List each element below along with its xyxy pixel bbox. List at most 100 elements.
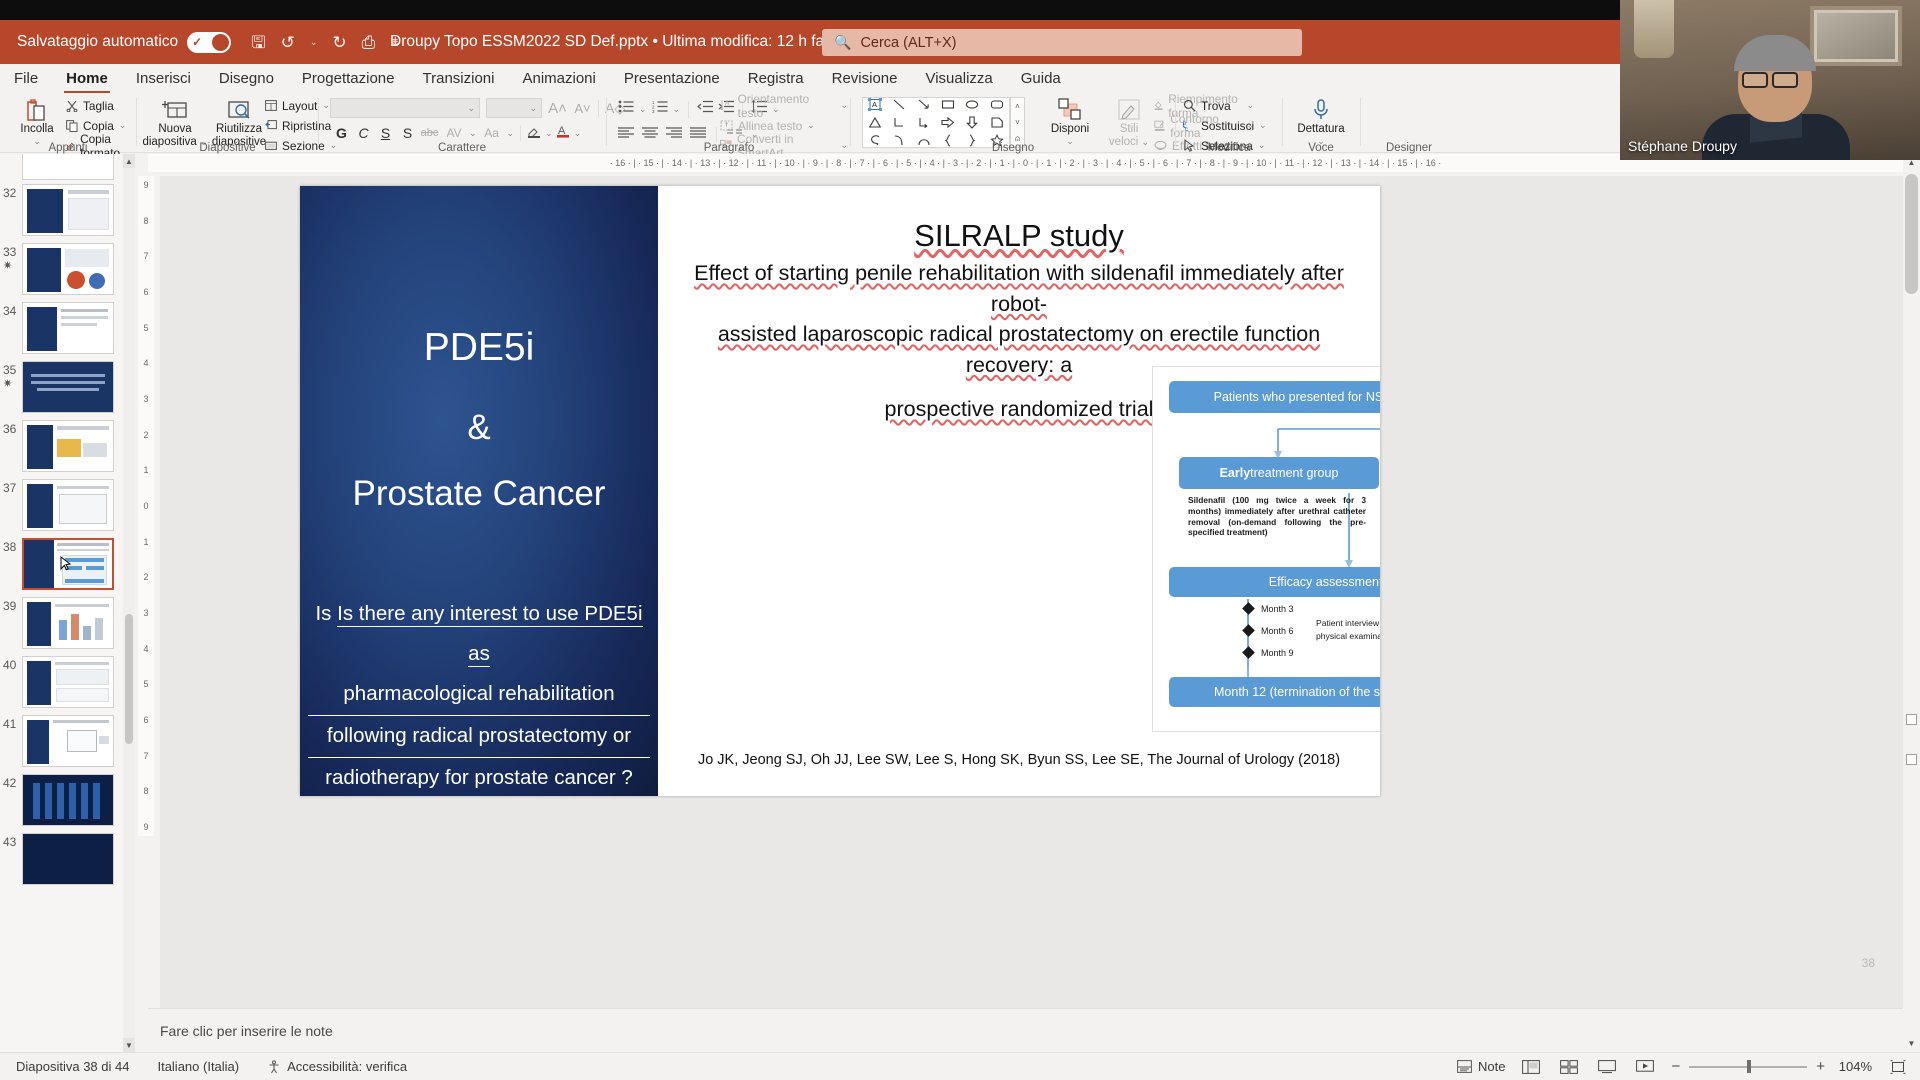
zoom-in-button[interactable]: + xyxy=(1816,1058,1825,1075)
slide-thumbnail[interactable] xyxy=(22,715,114,767)
cut-button[interactable]: Taglia xyxy=(66,97,136,114)
arrow-shape-icon[interactable] xyxy=(917,98,931,116)
right-arrow-shape-icon[interactable] xyxy=(941,116,955,134)
redo-icon[interactable]: ↻ xyxy=(332,34,346,51)
chevron-down-icon[interactable]: ⌄ xyxy=(673,104,681,115)
tab-visualizza[interactable]: Visualizza xyxy=(911,64,1006,93)
slide-thumbnail[interactable] xyxy=(22,361,114,413)
scroll-down-arrow[interactable]: ▼ xyxy=(123,1038,135,1052)
rectangle-shape-icon[interactable] xyxy=(941,98,955,116)
thumbnail-scroll-thumb[interactable] xyxy=(125,614,133,744)
chevron-down-icon[interactable]: ⌄ xyxy=(807,120,815,131)
character-spacing-button[interactable]: AV xyxy=(442,126,466,140)
bold-button[interactable]: G xyxy=(332,125,351,141)
autosave-toggle[interactable]: ✓ xyxy=(187,31,232,53)
decrease-indent-button[interactable] xyxy=(697,100,714,118)
slide-thumbnail[interactable] xyxy=(22,833,114,885)
previous-slide-button[interactable] xyxy=(1906,714,1917,725)
notes-pane[interactable]: Fare clic per inserire le note xyxy=(148,1008,1903,1052)
slide-thumbnail[interactable] xyxy=(22,184,114,236)
numbered-list-button[interactable]: 123 xyxy=(652,100,668,118)
list-item[interactable]: 41 xyxy=(0,713,135,772)
triangle-shape-icon[interactable] xyxy=(868,116,882,134)
tab-registra[interactable]: Registra xyxy=(734,64,818,93)
accessibility-checker[interactable]: Accessibilità: verifica xyxy=(267,1059,407,1074)
chevron-down-icon[interactable]: ⌄ xyxy=(529,103,537,114)
line-shape-icon[interactable] xyxy=(892,98,906,116)
language-indicator[interactable]: Italiano (Italia) xyxy=(157,1059,239,1074)
arrange-button[interactable]: Disponi ⌄ xyxy=(1039,94,1101,147)
undo-dropdown-icon[interactable]: ⌄ xyxy=(310,37,318,47)
tab-file[interactable]: File xyxy=(0,64,52,93)
underline-button[interactable]: S xyxy=(376,125,395,141)
tab-progettazione[interactable]: Progettazione xyxy=(288,64,409,93)
slide-thumbnail[interactable] xyxy=(22,774,114,826)
chevron-down-icon[interactable]: ⌄ xyxy=(545,128,553,139)
font-color-icon[interactable]: A xyxy=(556,123,571,143)
slide-thumbnail[interactable] xyxy=(22,302,114,354)
autosave-control[interactable]: Salvataggio automatico ✓ xyxy=(17,31,232,53)
folded-corner-shape-icon[interactable] xyxy=(990,116,1004,134)
list-item[interactable]: 37 xyxy=(0,477,135,536)
replace-button[interactable]: bc Sostituisci ⌄ xyxy=(1183,117,1267,134)
slide-canvas[interactable]: PDE5i & Prostate Cancer Is Is there any … xyxy=(160,176,1903,1008)
scroll-up-icon[interactable]: ˄ xyxy=(1015,102,1020,111)
tab-presentazione[interactable]: Presentazione xyxy=(610,64,734,93)
elbow-connector-icon[interactable] xyxy=(892,116,906,134)
ellipse-shape-icon[interactable] xyxy=(965,98,979,116)
current-slide[interactable]: PDE5i & Prostate Cancer Is Is there any … xyxy=(300,186,1380,796)
align-center-button[interactable] xyxy=(642,125,658,143)
tab-inserisci[interactable]: Inserisci xyxy=(122,64,205,93)
find-button[interactable]: Trova xyxy=(1183,97,1267,114)
list-item[interactable]: 40 xyxy=(0,654,135,713)
zoom-slider[interactable] xyxy=(1689,1060,1808,1074)
chevron-down-icon[interactable]: ⌄ xyxy=(507,128,515,139)
slide-thumbnail[interactable] xyxy=(22,420,114,472)
chevron-down-icon[interactable]: ⌄ xyxy=(469,128,477,139)
strikethrough-button[interactable]: abc xyxy=(420,127,439,139)
slide-thumbnail-pane[interactable]: 32 33 ✷ 34 35 ✷ 36 37 38 39 40 41 42 43 xyxy=(0,154,135,1052)
list-item[interactable]: 42 xyxy=(0,772,135,831)
bulleted-list-button[interactable] xyxy=(618,100,634,118)
slide-thumbnail[interactable] xyxy=(22,243,114,295)
slide-thumbnail[interactable] xyxy=(22,479,114,531)
canvas-scrollbar[interactable]: ▲ ▼ xyxy=(1903,154,1920,1052)
chevron-down-icon[interactable]: ⌄ xyxy=(639,104,647,115)
scroll-down-icon[interactable]: ˅ xyxy=(1015,118,1020,127)
scroll-down-arrow[interactable]: ▼ xyxy=(1903,1035,1920,1052)
chevron-down-icon[interactable]: ⌄ xyxy=(119,120,127,131)
align-left-button[interactable] xyxy=(618,125,634,143)
list-item[interactable]: 32 xyxy=(0,182,135,241)
slide-thumbnail[interactable] xyxy=(22,656,114,708)
save-icon[interactable]: 🖫 xyxy=(251,34,265,51)
chevron-down-icon[interactable]: ⌄ xyxy=(574,128,582,139)
text-direction-button[interactable]: A Orientamento testo ⌄ xyxy=(720,92,848,120)
shapes-gallery-scrollbar[interactable]: ˄ ˅ ⍝ xyxy=(1010,97,1025,148)
zoom-slider-handle[interactable] xyxy=(1747,1060,1752,1073)
increase-font-size-button[interactable]: A˄ xyxy=(548,100,567,117)
chevron-down-icon[interactable]: ⌄ xyxy=(840,100,848,111)
change-case-button[interactable]: Aa xyxy=(480,126,504,140)
view-reading-button[interactable] xyxy=(1595,1057,1619,1077)
fit-slide-button[interactable] xyxy=(1886,1057,1910,1077)
tab-revisione[interactable]: Revisione xyxy=(818,64,912,93)
zoom-out-button[interactable]: − xyxy=(1671,1058,1680,1075)
search-input[interactable]: 🔍 Cerca (ALT+X) xyxy=(822,29,1302,56)
list-item[interactable] xyxy=(0,154,135,182)
paste-button[interactable]: Incolla ⌄ xyxy=(6,94,68,147)
slide-counter[interactable]: Diapositiva 38 di 44 xyxy=(16,1059,129,1074)
textbox-shape-icon[interactable]: A xyxy=(868,98,883,116)
list-item[interactable]: 33 ✷ xyxy=(0,241,135,300)
notes-toggle-button[interactable]: Note xyxy=(1457,1059,1505,1074)
font-family-input[interactable]: ⌄ xyxy=(330,98,480,118)
slide-thumbnail[interactable] xyxy=(22,154,114,180)
slide-thumbnail[interactable] xyxy=(22,597,114,649)
list-item[interactable]: 43 xyxy=(0,831,135,890)
thumbnail-scrollbar[interactable]: ▲ ▼ xyxy=(123,154,135,1052)
chevron-down-icon[interactable]: ⌄ xyxy=(467,103,475,114)
list-item[interactable]: 39 xyxy=(0,595,135,654)
canvas-scroll-thumb[interactable] xyxy=(1905,174,1918,294)
tab-home[interactable]: Home xyxy=(52,64,122,93)
next-slide-button[interactable] xyxy=(1906,754,1917,765)
align-right-button[interactable] xyxy=(666,125,682,143)
